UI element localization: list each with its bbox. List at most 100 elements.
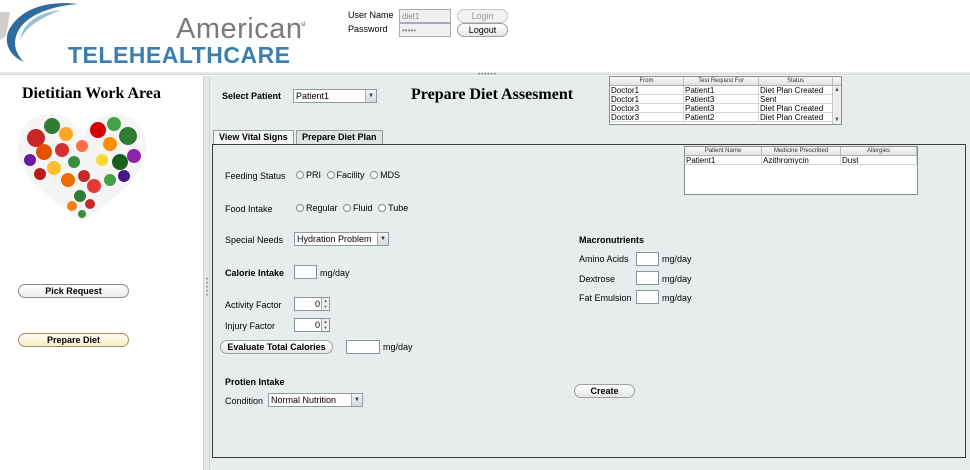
activity-factor-value: 0	[314, 299, 320, 309]
logo-telehealthcare-text: TELEHEALTHCARE	[68, 42, 291, 69]
scroll-down-icon[interactable]: ▼	[833, 116, 841, 124]
radio-circle-icon[interactable]	[370, 171, 379, 179]
table-row[interactable]: Patient1 Azithromycin Dust	[685, 156, 917, 165]
password-input[interactable]	[399, 23, 451, 37]
radio-regular-label: Regular	[306, 203, 338, 213]
activity-factor-stepper[interactable]: 0 ▲ ▼	[294, 297, 330, 311]
radio-circle-icon[interactable]	[296, 171, 304, 179]
vertical-grip-icon[interactable]: • • • • •	[206, 277, 208, 299]
fat-emulsion-label: Fat Emulsion	[579, 293, 632, 303]
requests-table-header: From Test Request For Status	[610, 77, 841, 86]
table-row[interactable]: Doctor3 Patient3 Diet Plan Created	[610, 104, 841, 113]
radio-circle-icon[interactable]	[326, 171, 335, 179]
table-row[interactable]: Doctor3 Patient2 Diet Plan Created	[610, 113, 841, 122]
radio-mds[interactable]: MDS	[370, 170, 400, 180]
vegetable-heart-image	[17, 114, 147, 222]
radio-facility[interactable]: Facility	[326, 170, 365, 180]
radio-tube[interactable]: Tube	[378, 203, 408, 213]
radio-regular[interactable]: Regular	[296, 203, 338, 213]
injury-factor-label: Injury Factor	[225, 321, 276, 331]
cell-status: Diet Plan Created	[759, 104, 833, 112]
feeding-status-radio-group: PRI Facility MDS	[296, 170, 403, 180]
radio-fluid-label: Fluid	[353, 203, 373, 213]
stepper-arrows-icon[interactable]: ▲ ▼	[321, 298, 329, 310]
vertical-splitter[interactable]	[203, 76, 210, 470]
special-needs-value: Hydration Problem	[297, 234, 372, 244]
protein-intake-label: Protien Intake	[225, 377, 285, 387]
tab-prepare-diet-plan[interactable]: Prepare Diet Plan	[296, 130, 383, 144]
password-label: Password	[348, 24, 388, 34]
column-header-allergies[interactable]: Allergies	[841, 147, 917, 155]
radio-circle-icon[interactable]	[343, 204, 352, 212]
calorie-unit-label: mg/day	[320, 268, 350, 278]
amino-acids-input[interactable]	[636, 252, 659, 266]
injury-factor-stepper[interactable]: 0 ▲ ▼	[294, 318, 330, 332]
column-header-status[interactable]: Status	[759, 77, 833, 85]
login-button[interactable]: Login	[457, 9, 508, 23]
cell-patient: Patient2	[684, 113, 759, 121]
cell-status: Diet Plan Created	[759, 113, 833, 121]
feeding-status-label: Feeding Status	[225, 171, 286, 181]
username-input[interactable]	[399, 9, 451, 23]
chevron-down-icon: ▼	[351, 394, 362, 406]
app-header: American sl TELEHEALTHCARE User Name Log…	[0, 0, 970, 72]
cell-patient: Patient3	[684, 104, 759, 112]
dextrose-label: Dextrose	[579, 274, 616, 284]
special-needs-dropdown[interactable]: Hydration Problem ▼	[294, 232, 389, 246]
calorie-intake-input[interactable]	[294, 265, 317, 279]
amino-acids-unit: mg/day	[662, 254, 692, 264]
radio-tube-label: Tube	[388, 203, 409, 213]
cell-from: Doctor1	[610, 95, 684, 103]
cell-from: Doctor3	[610, 104, 684, 112]
radio-facility-label: Facility	[336, 170, 365, 180]
select-patient-dropdown[interactable]: Patient1 ▼	[293, 89, 377, 103]
radio-fluid[interactable]: Fluid	[343, 203, 373, 213]
column-header-test-request[interactable]: Test Request For	[684, 77, 759, 85]
create-button[interactable]: Create	[574, 384, 635, 398]
radio-circle-icon[interactable]	[378, 204, 387, 212]
cell-allergies: Dust	[841, 156, 917, 164]
evaluate-total-calories-button[interactable]: Evaluate Total Calories	[220, 340, 333, 354]
logo-tele-text: TELE	[68, 42, 129, 68]
patient-table-header: Patient Name Medicine Prescribed Allergi…	[685, 147, 917, 156]
requests-table-scrollbar[interactable]: ▲ ▼	[832, 86, 841, 124]
logo-sl-text: sl	[301, 22, 306, 28]
cell-patient: Patient3	[684, 95, 759, 103]
column-header-from[interactable]: From	[610, 77, 684, 85]
radio-pri[interactable]: PRI	[296, 170, 321, 180]
chevron-down-icon: ▼	[377, 233, 388, 245]
radio-circle-icon[interactable]	[296, 204, 304, 212]
cell-from: Doctor1	[610, 86, 684, 94]
column-header-patient-name[interactable]: Patient Name	[685, 147, 762, 155]
logo-healthcare-text: HEALTHCARE	[128, 42, 291, 68]
cell-patient-name: Patient1	[685, 156, 762, 164]
condition-dropdown[interactable]: Normal Nutrition ▼	[268, 393, 363, 407]
cell-status: Sent	[759, 95, 833, 103]
scroll-up-icon[interactable]: ▲	[833, 86, 841, 94]
dextrose-input[interactable]	[636, 271, 659, 285]
total-calories-input[interactable]	[346, 340, 380, 354]
prepare-diet-button[interactable]: Prepare Diet	[18, 333, 129, 347]
pick-request-button[interactable]: Pick Request	[18, 284, 129, 298]
calorie-intake-label: Calorie Intake	[225, 268, 285, 278]
cell-medicine: Azithromycin	[762, 156, 841, 164]
fat-emulsion-input[interactable]	[636, 290, 659, 304]
cell-from: Doctor3	[610, 113, 684, 121]
stepper-arrows-icon[interactable]: ▲ ▼	[321, 319, 329, 331]
table-row[interactable]: Doctor1 Patient3 Sent	[610, 95, 841, 104]
logout-button[interactable]: Logout	[457, 23, 508, 37]
condition-label: Condition	[225, 396, 264, 406]
requests-table: From Test Request For Status Doctor1 Pat…	[609, 76, 842, 125]
page-title: Prepare Diet Assesment	[411, 86, 574, 103]
work-area-title: Dietitian Work Area	[22, 85, 161, 102]
column-header-medicine[interactable]: Medicine Prescribed	[762, 147, 841, 155]
condition-value: Normal Nutrition	[271, 395, 337, 405]
tab-view-vital-signs[interactable]: View Vital Signs	[213, 130, 294, 144]
table-row[interactable]: Doctor1 Patient1 Diet Plan Created	[610, 86, 841, 95]
food-intake-radio-group: Regular Fluid Tube	[296, 203, 411, 213]
total-calories-unit-label: mg/day	[383, 342, 413, 352]
cell-patient: Patient1	[684, 86, 759, 94]
dextrose-unit: mg/day	[662, 274, 692, 284]
select-patient-label: Select Patient	[222, 91, 282, 101]
activity-factor-label: Activity Factor	[225, 300, 282, 310]
